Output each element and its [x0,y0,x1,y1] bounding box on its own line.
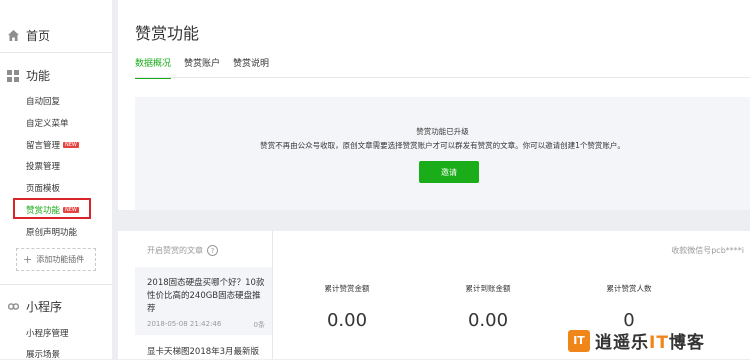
page-title: 赞赏功能 [135,24,200,43]
section-gap [118,210,750,231]
nav-features[interactable]: 功能 [6,67,50,84]
sidebar-item-label: 自定义菜单 [26,119,69,129]
sidebar-item-label: 自动回复 [26,97,61,107]
tab-bar: 数据概况 赞赏账户 赞赏说明 [135,56,282,79]
sidebar-item-label: 小程序管理 [26,329,69,339]
article-list-panel: 开启赞赏的文章 ? 2018固态硬盘买哪个好？10款性价比高的240GB固态硬盘… [135,231,273,359]
sidebar-item-mini-program-manage[interactable]: 小程序管理 [26,327,69,339]
divider [0,52,112,53]
watermark: IT 逍遥乐IT博客 [568,328,705,353]
add-plugin-button[interactable]: + 添加功能插件 [16,248,96,271]
invite-button[interactable]: 邀请 [419,161,479,183]
sidebar-item-custom-menu[interactable]: 自定义菜单 [26,117,69,129]
sidebar-item-label: 原创声明功能 [26,228,78,238]
home-icon [6,29,20,43]
plus-icon: + [23,253,33,266]
stat-total-people: 累计赞赏人数 0 [579,283,679,331]
stat-value: 0.00 [326,310,368,331]
sidebar-item-label: 投票管理 [26,162,61,172]
article-list-header: 开启赞赏的文章 ? [147,245,218,256]
stat-label: 累计赞赏人数 [606,284,652,293]
sidebar-item-label: 展示场景 [26,350,61,360]
tab-data-overview[interactable]: 数据概况 [135,56,172,79]
main-content: 赞赏功能 数据概况 赞赏账户 赞赏说明 赞赏功能已升级 赞赏不再由公众号收取，原… [118,0,750,359]
watermark-text-part: 博客 [668,333,705,353]
highlight-box [13,198,91,219]
watermark-logo: IT [568,329,590,352]
sidebar-item-auto-reply[interactable]: 自动回复 [26,95,60,107]
sidebar-item-comments[interactable]: 留言管理 NEW [26,139,79,151]
watermark-text-highlight: IT [649,333,669,353]
notice-description: 赞赏不再由公众号收取，原创文章需要选择赞赏账户才可以群发有赞赏的文章。你可以邀请… [260,141,625,150]
list-item[interactable]: 2018固态硬盘买哪个好？10款性价比高的240GB固态硬盘推荐 2018-05… [135,267,272,335]
tab-reward-accounts[interactable]: 赞赏账户 [184,56,220,79]
help-icon[interactable]: ? [207,245,218,256]
tab-divider [135,77,750,78]
sidebar-item-page-templates[interactable]: 页面模板 [26,182,60,194]
nav-mini-program[interactable]: 小程序 [6,298,62,315]
mini-program-icon [6,300,20,314]
sidebar-item-label: 页面模板 [26,184,61,194]
notice-title: 赞赏功能已升级 [416,127,469,136]
article-title: 2018固态硬盘买哪个好？10款性价比高的240GB固态硬盘推荐 [147,278,265,314]
new-badge: NEW [63,142,79,148]
stat-label: 累计到账金额 [465,284,511,293]
divider [0,284,112,285]
grid-icon [6,69,20,83]
stat-value: 0.00 [467,310,509,331]
stat-total-received: 累计到账金额 0.00 [438,283,538,331]
nav-home-label: 首页 [26,29,51,43]
upgrade-notice: 赞赏功能已升级 赞赏不再由公众号收取，原创文章需要选择赞赏账户才可以群发有赞赏的… [135,97,750,210]
sidebar: 首页 功能 自动回复 自定义菜单 留言管理 NEW 投票管理 页面模板 赞赏功能… [0,0,112,360]
account-label: 收款微信号pcb****i [671,246,744,255]
article-count: 0条 [253,321,265,329]
article-list-header-label: 开启赞赏的文章 [147,246,203,255]
article-date: 2018-05-08 21:42:46 [147,320,222,328]
stat-total-reward: 累计赞赏金额 0.00 [297,283,397,331]
sidebar-item-display-scenes[interactable]: 展示场景 [26,348,60,360]
nav-features-label: 功能 [26,69,51,83]
nav-home[interactable]: 首页 [6,27,50,44]
watermark-text-part: 逍遥乐 [595,333,649,353]
sidebar-item-original-declaration[interactable]: 原创声明功能 [26,226,77,238]
add-plugin-label: 添加功能插件 [36,255,85,264]
list-item[interactable]: 显卡天梯图2018年3月最新版 [147,345,259,357]
nav-mini-program-label: 小程序 [26,300,63,314]
sidebar-item-label: 留言管理 [26,141,61,151]
stat-label: 累计赞赏金额 [324,284,370,293]
watermark-text: 逍遥乐IT博客 [595,328,705,353]
sidebar-item-voting[interactable]: 投票管理 [26,160,60,172]
tab-reward-instructions[interactable]: 赞赏说明 [233,56,269,79]
